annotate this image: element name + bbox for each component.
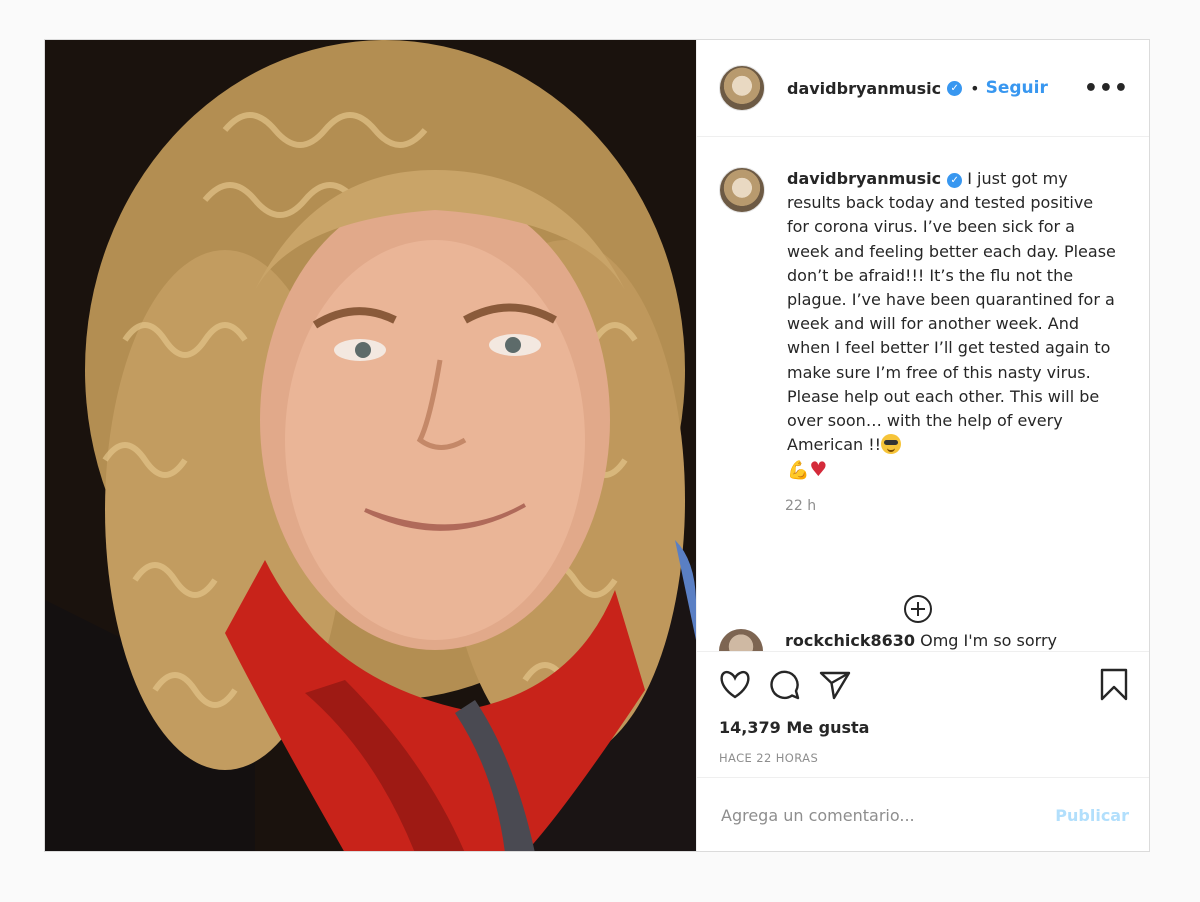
separator-dot: •: [970, 78, 980, 98]
caption-timestamp: 22 h: [785, 497, 817, 514]
add-comment-bar: Publicar: [697, 777, 1149, 851]
share-direct-icon[interactable]: [819, 670, 851, 700]
comment-text: rockchick8630 Omg I'm so sorry: [785, 631, 1057, 650]
follow-button[interactable]: Seguir: [986, 78, 1048, 98]
post-sidebar: davidbryanmusic ✓ • Seguir ••• davidbrya…: [696, 40, 1149, 851]
bookmark-save-icon[interactable]: [1099, 668, 1129, 702]
heart-like-icon[interactable]: [719, 670, 751, 700]
caption: davidbryanmusic ✓ I just got my results b…: [719, 167, 1129, 484]
action-icons: [719, 652, 1129, 718]
post-age[interactable]: HACE 22 HORAS: [719, 751, 1129, 765]
flexed-biceps-emoji-icon: 💪: [787, 460, 810, 482]
publish-button[interactable]: Publicar: [1055, 806, 1129, 825]
comment-icon[interactable]: [769, 669, 801, 701]
caption-body: I just got my results back today and tes…: [787, 169, 1116, 455]
commenter-avatar[interactable]: [719, 629, 763, 651]
caption-username[interactable]: davidbryanmusic: [787, 169, 941, 188]
verified-badge-icon: ✓: [947, 173, 963, 188]
caption-avatar[interactable]: [719, 167, 765, 213]
comment-item: rockchick8630 Omg I'm so sorry: [719, 629, 1057, 651]
post-photo[interactable]: [45, 40, 696, 851]
more-options-icon[interactable]: •••: [1084, 76, 1129, 101]
likes-count[interactable]: 14,379 Me gusta: [719, 718, 1129, 737]
post-actions: 14,379 Me gusta HACE 22 HORAS: [697, 651, 1149, 765]
comments-section: davidbryanmusic ✓ I just got my results b…: [697, 137, 1149, 651]
comment-input[interactable]: [719, 805, 1056, 826]
comment-body: Omg I'm so sorry: [915, 631, 1058, 650]
sunglasses-emoji-icon: [881, 434, 902, 455]
verified-badge-icon: ✓: [947, 80, 963, 96]
load-more-comments-icon[interactable]: [904, 595, 932, 623]
header-username[interactable]: davidbryanmusic: [787, 79, 941, 98]
photo-image: [45, 40, 696, 851]
post-card: davidbryanmusic ✓ • Seguir ••• davidbrya…: [44, 39, 1150, 852]
avatar[interactable]: [719, 65, 765, 111]
caption-text-block: davidbryanmusic ✓ I just got my results b…: [787, 167, 1117, 484]
comment-username[interactable]: rockchick8630: [785, 631, 915, 650]
post-header: davidbryanmusic ✓ • Seguir •••: [697, 40, 1149, 137]
red-heart-emoji-icon: ♥: [809, 457, 828, 482]
